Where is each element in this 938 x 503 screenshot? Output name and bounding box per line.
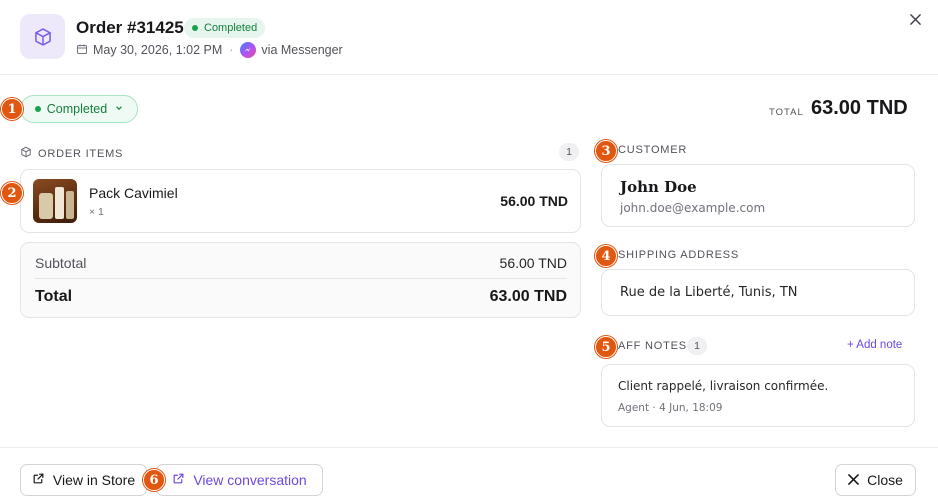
note-card: Client rappelé, livraison confirmée. Age… — [601, 364, 915, 427]
external-link-icon — [172, 472, 185, 488]
item-quantity: × 1 — [89, 206, 104, 218]
subtotal-row: Subtotal 56.00 TND — [35, 255, 567, 271]
annotation-marker-5: 5 — [595, 336, 617, 358]
external-link-icon — [32, 472, 45, 488]
product-thumbnail — [33, 179, 77, 223]
order-title: Order #31425 — [76, 18, 184, 37]
annotation-marker-3: 3 — [595, 140, 617, 162]
total-value: 63.00 TND — [811, 97, 908, 119]
order-items-label: ORDER ITEMS — [38, 147, 124, 160]
annotation-marker-6: 6 — [143, 469, 165, 491]
dialog-header: Order #31425 Completed May 30, 2026, 1:0… — [0, 0, 938, 75]
customer-card: John Doe john.doe@example.com — [601, 164, 915, 227]
shipping-label: SHIPPING ADDRESS — [618, 249, 739, 261]
notes-count: 1 — [687, 337, 707, 355]
status-dot-icon — [192, 25, 198, 31]
package-icon — [20, 14, 65, 59]
add-note-button[interactable]: + Add note — [847, 339, 902, 351]
summary-total-value: 63.00 TND — [489, 288, 567, 305]
calendar-icon — [76, 43, 88, 58]
close-icon[interactable] — [906, 10, 924, 28]
view-in-store-label: View in Store — [52, 472, 136, 488]
note-text: Client rappelé, livraison confirmée. — [618, 379, 829, 393]
close-icon — [848, 472, 859, 488]
total-row: Total 63.00 TND — [35, 288, 567, 306]
order-date: May 30, 2026, 1:02 PM — [93, 43, 223, 57]
summary-total-label: Total — [35, 288, 73, 305]
customer-email: john.doe@example.com — [620, 201, 766, 215]
shipping-address: Rue de la Liberté, Tunis, TN — [620, 285, 798, 300]
status-dropdown[interactable]: Completed — [20, 95, 138, 123]
close-button-label: Close — [867, 472, 903, 488]
order-items-count: 1 — [559, 143, 579, 161]
status-dot-icon — [34, 106, 41, 112]
box-icon — [20, 146, 32, 161]
status-dropdown-label: Completed — [46, 102, 108, 116]
subtotal-label: Subtotal — [35, 255, 87, 271]
chevron-down-icon — [115, 104, 123, 114]
view-conversation-label: View conversation — [193, 472, 307, 488]
annotation-marker-2: 2 — [1, 182, 23, 204]
customer-name: John Doe — [620, 178, 697, 196]
order-items-header: ORDER ITEMS — [20, 146, 123, 161]
order-summary: Subtotal 56.00 TND Total 63.00 TND — [20, 242, 581, 318]
meta-separator: · — [229, 43, 234, 57]
annotation-marker-4: 4 — [595, 245, 617, 267]
close-button[interactable]: Close — [835, 464, 916, 496]
order-item-row: Pack Cavimiel × 1 56.00 TND — [20, 169, 581, 233]
view-in-store-button[interactable]: View in Store — [20, 464, 147, 496]
status-badge: Completed — [184, 18, 266, 38]
view-conversation-button[interactable]: View conversation — [156, 464, 323, 496]
notes-header: AFF NOTES — [618, 340, 687, 352]
customer-label: CUSTOMER — [618, 144, 688, 156]
item-name: Pack Cavimiel — [89, 185, 178, 201]
note-meta: Agent · 4 Jun, 18:09 — [618, 402, 723, 414]
summary-divider — [35, 278, 567, 279]
subtotal-value: 56.00 TND — [499, 255, 567, 271]
status-badge-label: Completed — [204, 22, 258, 34]
total-label: TOTAL — [769, 107, 804, 118]
shipping-header: SHIPPING ADDRESS — [618, 249, 739, 261]
order-meta: May 30, 2026, 1:02 PM · via Messenger — [76, 42, 343, 58]
annotation-marker-1: 1 — [1, 98, 23, 120]
notes-label: AFF NOTES — [618, 340, 687, 352]
item-price: 56.00 TND — [500, 193, 568, 209]
order-channel: via Messenger — [261, 43, 343, 57]
customer-header: CUSTOMER — [618, 144, 687, 156]
shipping-card: Rue de la Liberté, Tunis, TN — [601, 269, 915, 316]
messenger-icon — [240, 42, 257, 58]
